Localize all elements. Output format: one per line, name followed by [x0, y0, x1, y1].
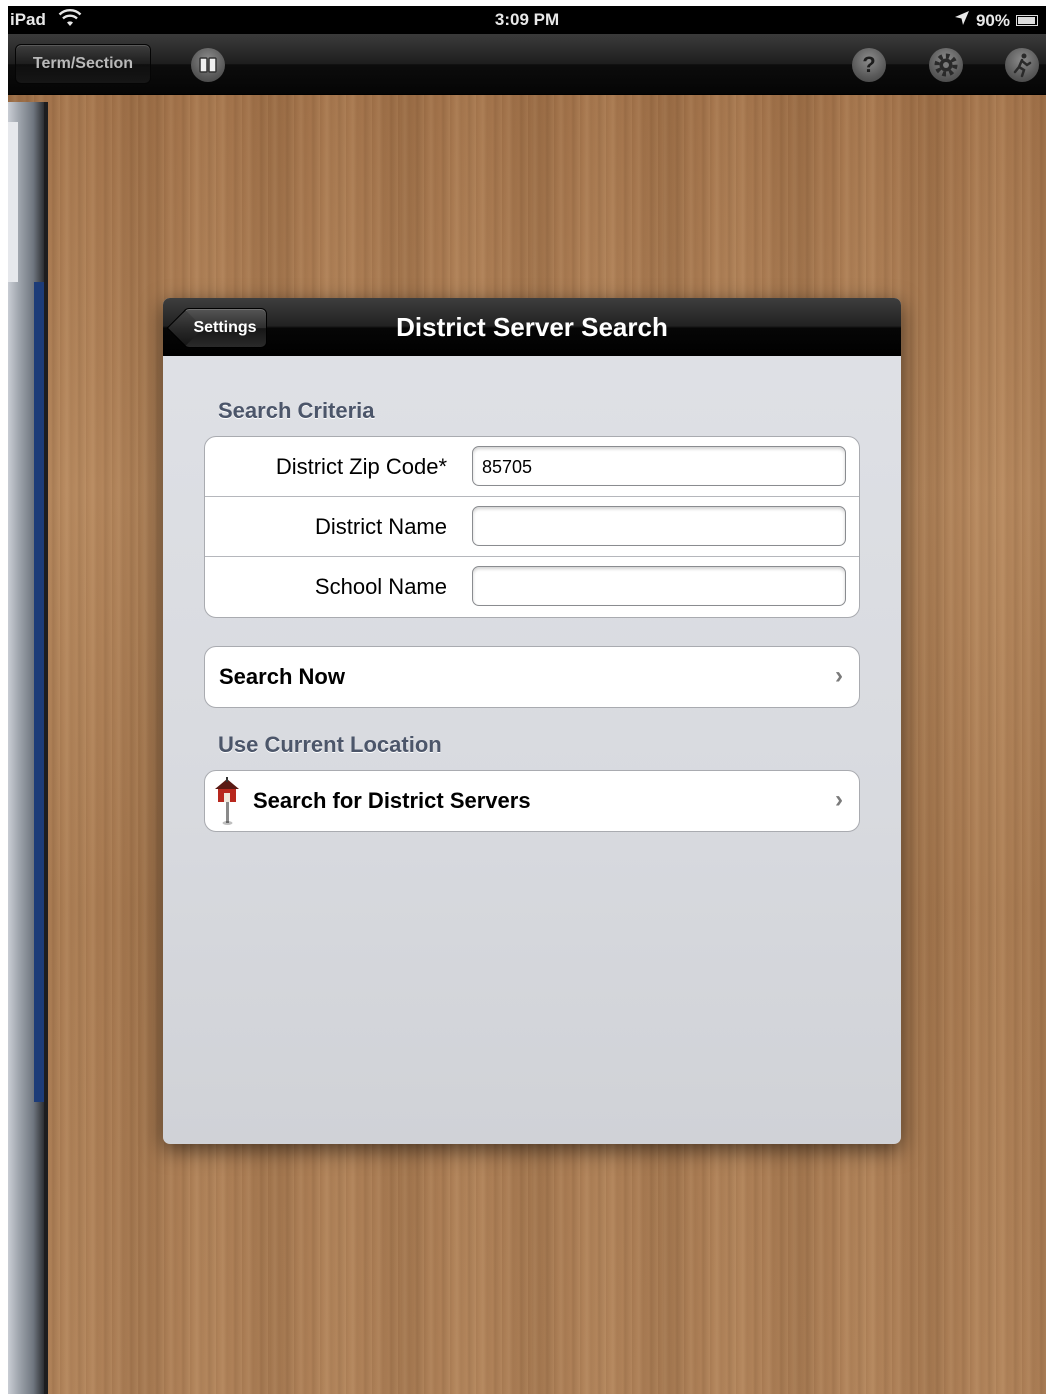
term-section-button[interactable]: Term/Section	[15, 44, 151, 84]
district-server-search-popover: District Server Search Settings Search C…	[163, 298, 901, 1144]
popover-title: District Server Search	[396, 312, 668, 342]
status-right: 90%	[954, 10, 1038, 31]
search-criteria-group: District Zip Code* 85705 District Name S…	[204, 436, 860, 618]
search-now-label: Search Now	[219, 664, 345, 689]
chevron-right-icon: ›	[835, 662, 843, 689]
search-district-servers-button[interactable]: Search for District Servers ›	[205, 771, 859, 831]
search-now-group: Search Now ›	[204, 646, 860, 708]
battery-percent: 90%	[975, 10, 1010, 30]
school-name-label: School Name	[314, 574, 447, 599]
search-district-servers-label: Search for District Servers	[253, 788, 531, 813]
zip-code-row: District Zip Code* 85705	[205, 437, 859, 497]
ipad-screen: iPad 3:09 PM 90% Term/Section ? District…	[8, 6, 1046, 1394]
search-criteria-heading: Search Criteria	[218, 398, 375, 423]
district-name-row: District Name	[205, 497, 859, 557]
school-name-field[interactable]	[472, 566, 846, 606]
zip-code-field[interactable]: 85705	[472, 446, 846, 486]
search-now-button[interactable]: Search Now ›	[205, 647, 859, 707]
clock: 3:09 PM	[494, 10, 560, 29]
schoolhouse-pin-icon	[211, 777, 243, 827]
popover-navbar: District Server Search Settings	[163, 298, 901, 356]
location-arrow-icon	[954, 10, 970, 31]
battery-icon	[1016, 15, 1038, 26]
top-toolbar: Term/Section ?	[8, 34, 1046, 95]
book-edge	[8, 102, 48, 1394]
chevron-right-icon: ›	[835, 786, 843, 813]
district-name-label: District Name	[314, 514, 447, 539]
help-icon[interactable]: ?	[852, 48, 886, 82]
runner-icon[interactable]	[1005, 48, 1039, 82]
gear-icon[interactable]	[929, 48, 963, 82]
back-button-label: Settings	[193, 319, 257, 336]
settings-back-button[interactable]: Settings	[183, 308, 267, 348]
status-bar: iPad 3:09 PM 90%	[8, 6, 1046, 34]
district-name-field[interactable]	[472, 506, 846, 546]
current-location-group: Search for District Servers ›	[204, 770, 860, 832]
zip-code-label: District Zip Code*	[275, 454, 447, 479]
school-name-row: School Name	[205, 557, 859, 617]
current-location-heading: Use Current Location	[218, 732, 442, 757]
book-icon[interactable]	[191, 48, 225, 82]
